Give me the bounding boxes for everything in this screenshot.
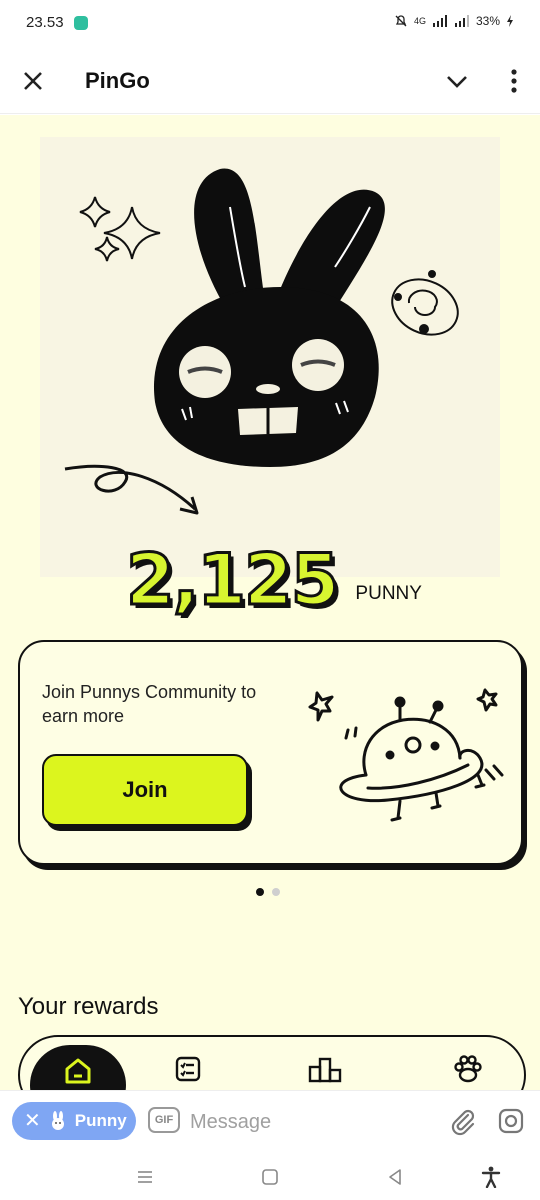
home-icon bbox=[65, 1058, 91, 1084]
recent-apps-button[interactable] bbox=[130, 1162, 160, 1192]
leaderboard-icon bbox=[308, 1057, 342, 1083]
join-button[interactable]: Join bbox=[42, 754, 248, 826]
close-button[interactable] bbox=[18, 66, 48, 96]
more-vertical-icon bbox=[511, 69, 517, 93]
signal-icon-2 bbox=[454, 15, 469, 27]
main-content: 2,125 PUNNY Join Punnys Community to ear… bbox=[0, 115, 540, 1090]
camera-button[interactable] bbox=[496, 1106, 526, 1136]
notification-app-icon bbox=[74, 16, 88, 30]
tab-squad[interactable] bbox=[448, 1049, 488, 1089]
charging-icon bbox=[507, 15, 513, 27]
accessibility-button[interactable] bbox=[476, 1162, 506, 1192]
app-header: PinGo bbox=[0, 48, 540, 114]
status-bar: 23.53 4G 33% bbox=[0, 0, 540, 48]
tab-leaderboard[interactable] bbox=[305, 1049, 345, 1089]
status-indicators: 4G 33% bbox=[394, 14, 514, 28]
promo-text: Join Punnys Community to earn more bbox=[42, 682, 257, 726]
more-options-button[interactable] bbox=[504, 66, 524, 96]
ufo-illustration bbox=[308, 688, 504, 822]
carousel-indicator bbox=[256, 888, 280, 896]
tab-tasks[interactable] bbox=[168, 1049, 208, 1089]
message-composer: ✕ Punny GIF bbox=[0, 1090, 540, 1152]
battery-level: 33% bbox=[475, 14, 500, 28]
attach-button[interactable] bbox=[448, 1106, 478, 1136]
network-type: 4G bbox=[413, 16, 426, 26]
rewards-tab-bar bbox=[18, 1035, 526, 1090]
page-title: PinGo bbox=[85, 68, 150, 93]
chip-label: Punny bbox=[74, 1111, 127, 1130]
bunny-avatar-icon bbox=[51, 1111, 64, 1130]
gif-button[interactable]: GIF bbox=[148, 1107, 180, 1133]
accessibility-icon bbox=[481, 1166, 501, 1188]
close-icon bbox=[24, 72, 42, 90]
balance-value: 2,125 bbox=[124, 539, 340, 621]
system-nav-bar bbox=[0, 1152, 540, 1200]
carousel-dot-active[interactable] bbox=[256, 888, 264, 896]
chip-close-icon[interactable]: ✕ bbox=[24, 1111, 41, 1131]
home-nav-button[interactable] bbox=[255, 1162, 285, 1192]
expand-button[interactable] bbox=[442, 66, 472, 96]
bunny-mascot-illustration bbox=[40, 137, 500, 577]
points-balance: 2,125 PUNNY bbox=[124, 539, 422, 621]
bot-chip[interactable]: ✕ Punny bbox=[12, 1102, 136, 1140]
camera-icon bbox=[498, 1108, 524, 1134]
balance-unit: PUNNY bbox=[355, 583, 422, 604]
tab-home[interactable] bbox=[30, 1045, 126, 1090]
back-triangle-icon bbox=[389, 1169, 401, 1185]
menu-icon bbox=[138, 1171, 152, 1183]
squad-icon bbox=[454, 1055, 482, 1083]
signal-icon bbox=[432, 15, 447, 27]
rewards-heading: Your rewards bbox=[18, 993, 159, 1020]
status-time: 23.53 bbox=[26, 14, 64, 31]
mute-icon bbox=[395, 15, 407, 27]
chevron-down-icon bbox=[447, 76, 467, 88]
carousel-dot[interactable] bbox=[272, 888, 280, 896]
community-promo-card: Join Punnys Community to earn more Join bbox=[18, 640, 523, 865]
paperclip-icon bbox=[451, 1109, 475, 1136]
square-icon bbox=[262, 1169, 278, 1185]
message-input[interactable] bbox=[190, 1105, 420, 1139]
back-nav-button[interactable] bbox=[380, 1162, 410, 1192]
tasks-icon bbox=[175, 1056, 201, 1082]
